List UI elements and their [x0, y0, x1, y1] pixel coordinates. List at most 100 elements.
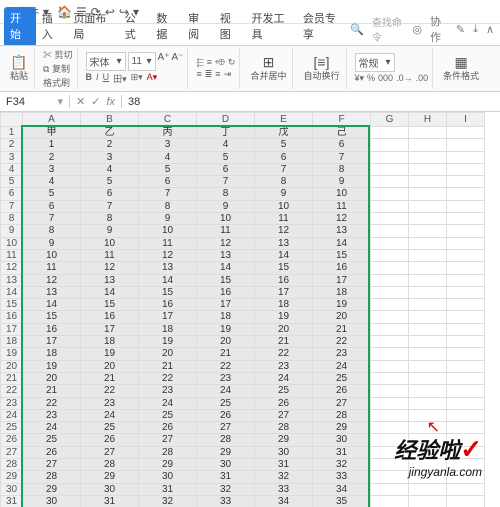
cell-H6[interactable]	[409, 188, 447, 200]
cell-H3[interactable]	[409, 151, 447, 163]
cell-B25[interactable]: 25	[81, 422, 139, 434]
cell-C28[interactable]: 29	[139, 459, 197, 471]
cell-C2[interactable]: 3	[139, 139, 197, 151]
cell-B4[interactable]: 4	[81, 163, 139, 175]
cell-G27[interactable]	[371, 446, 409, 458]
cell-B7[interactable]: 7	[81, 200, 139, 212]
row-header-8[interactable]: 8	[1, 213, 23, 225]
cell-D28[interactable]: 30	[197, 459, 255, 471]
cell-E7[interactable]: 10	[255, 200, 313, 212]
currency-icon[interactable]: ¥▾	[355, 73, 365, 84]
cell-G26[interactable]	[371, 434, 409, 446]
cell-I2[interactable]	[447, 139, 485, 151]
font-size-select[interactable]: 11▾	[128, 52, 156, 71]
align-left-icon[interactable]: ≡	[196, 69, 201, 80]
number-format-select[interactable]: 常规▾	[355, 53, 395, 72]
cell-A20[interactable]: 19	[23, 360, 81, 372]
cell-C6[interactable]: 7	[139, 188, 197, 200]
cell-C19[interactable]: 20	[139, 348, 197, 360]
cell-E16[interactable]: 19	[255, 311, 313, 323]
cell-B24[interactable]: 24	[81, 409, 139, 421]
cell-F30[interactable]: 34	[313, 483, 371, 495]
row-header-22[interactable]: 22	[1, 385, 23, 397]
cell-B8[interactable]: 8	[81, 213, 139, 225]
cell-A23[interactable]: 22	[23, 397, 81, 409]
row-header-19[interactable]: 19	[1, 348, 23, 360]
cell-I6[interactable]	[447, 188, 485, 200]
cell-A22[interactable]: 21	[23, 385, 81, 397]
wrap-button[interactable]: [≡]自动换行	[301, 54, 341, 83]
cell-G12[interactable]	[371, 262, 409, 274]
cell-E25[interactable]: 28	[255, 422, 313, 434]
cell-A21[interactable]: 20	[23, 372, 81, 384]
cell-G15[interactable]	[371, 299, 409, 311]
cell-I16[interactable]	[447, 311, 485, 323]
format-painter-button[interactable]: 格式刷	[43, 76, 70, 89]
cell-B26[interactable]: 26	[81, 434, 139, 446]
cell-H19[interactable]	[409, 348, 447, 360]
cell-E13[interactable]: 16	[255, 274, 313, 286]
cell-I3[interactable]	[447, 151, 485, 163]
cell-D20[interactable]: 22	[197, 360, 255, 372]
cell-I9[interactable]	[447, 225, 485, 237]
row-header-17[interactable]: 17	[1, 323, 23, 335]
cell-C8[interactable]: 9	[139, 213, 197, 225]
cell-B29[interactable]: 29	[81, 471, 139, 483]
cell-F31[interactable]: 35	[313, 495, 371, 507]
cell-D24[interactable]: 26	[197, 409, 255, 421]
cell-D2[interactable]: 4	[197, 139, 255, 151]
cell-E23[interactable]: 26	[255, 397, 313, 409]
cell-E19[interactable]: 22	[255, 348, 313, 360]
cell-H8[interactable]	[409, 213, 447, 225]
cell-G23[interactable]	[371, 397, 409, 409]
cell-D18[interactable]: 20	[197, 336, 255, 348]
cell-E1[interactable]: 戊	[255, 127, 313, 139]
cell-H31[interactable]	[409, 495, 447, 507]
cell-F6[interactable]: 10	[313, 188, 371, 200]
cell-D17[interactable]: 19	[197, 323, 255, 335]
col-header-G[interactable]: G	[371, 113, 409, 127]
cell-B6[interactable]: 6	[81, 188, 139, 200]
cell-I12[interactable]	[447, 262, 485, 274]
cell-B18[interactable]: 18	[81, 336, 139, 348]
cell-A14[interactable]: 13	[23, 286, 81, 298]
cell-E29[interactable]: 32	[255, 471, 313, 483]
cell-I26[interactable]	[447, 434, 485, 446]
cell-B3[interactable]: 3	[81, 151, 139, 163]
cell-D21[interactable]: 23	[197, 372, 255, 384]
cell-F21[interactable]: 25	[313, 372, 371, 384]
cell-I24[interactable]	[447, 409, 485, 421]
cell-G2[interactable]	[371, 139, 409, 151]
cell-A13[interactable]: 12	[23, 274, 81, 286]
row-header-5[interactable]: 5	[1, 176, 23, 188]
cell-I10[interactable]	[447, 237, 485, 249]
cell-E20[interactable]: 23	[255, 360, 313, 372]
cancel-icon[interactable]: ✕	[76, 95, 85, 108]
cell-A29[interactable]: 28	[23, 471, 81, 483]
cell-D5[interactable]: 7	[197, 176, 255, 188]
col-header-H[interactable]: H	[409, 113, 447, 127]
cell-F12[interactable]: 16	[313, 262, 371, 274]
cell-D12[interactable]: 14	[197, 262, 255, 274]
fx-icon[interactable]: fx	[106, 96, 115, 108]
tab-4[interactable]: 数据	[150, 7, 182, 45]
cell-A12[interactable]: 11	[23, 262, 81, 274]
cell-G19[interactable]	[371, 348, 409, 360]
cell-F7[interactable]: 11	[313, 200, 371, 212]
cell-C12[interactable]: 13	[139, 262, 197, 274]
row-header-9[interactable]: 9	[1, 225, 23, 237]
cell-D7[interactable]: 9	[197, 200, 255, 212]
cell-F26[interactable]: 30	[313, 434, 371, 446]
paste-button[interactable]: 📋粘贴	[8, 54, 30, 83]
cell-F19[interactable]: 23	[313, 348, 371, 360]
row-header-4[interactable]: 4	[1, 163, 23, 175]
cell-C30[interactable]: 31	[139, 483, 197, 495]
cell-I25[interactable]	[447, 422, 485, 434]
cell-G31[interactable]	[371, 495, 409, 507]
cell-A7[interactable]: 6	[23, 200, 81, 212]
cell-F10[interactable]: 14	[313, 237, 371, 249]
confirm-icon[interactable]: ✓	[91, 95, 100, 108]
row-header-3[interactable]: 3	[1, 151, 23, 163]
cell-G5[interactable]	[371, 176, 409, 188]
cell-F13[interactable]: 17	[313, 274, 371, 286]
